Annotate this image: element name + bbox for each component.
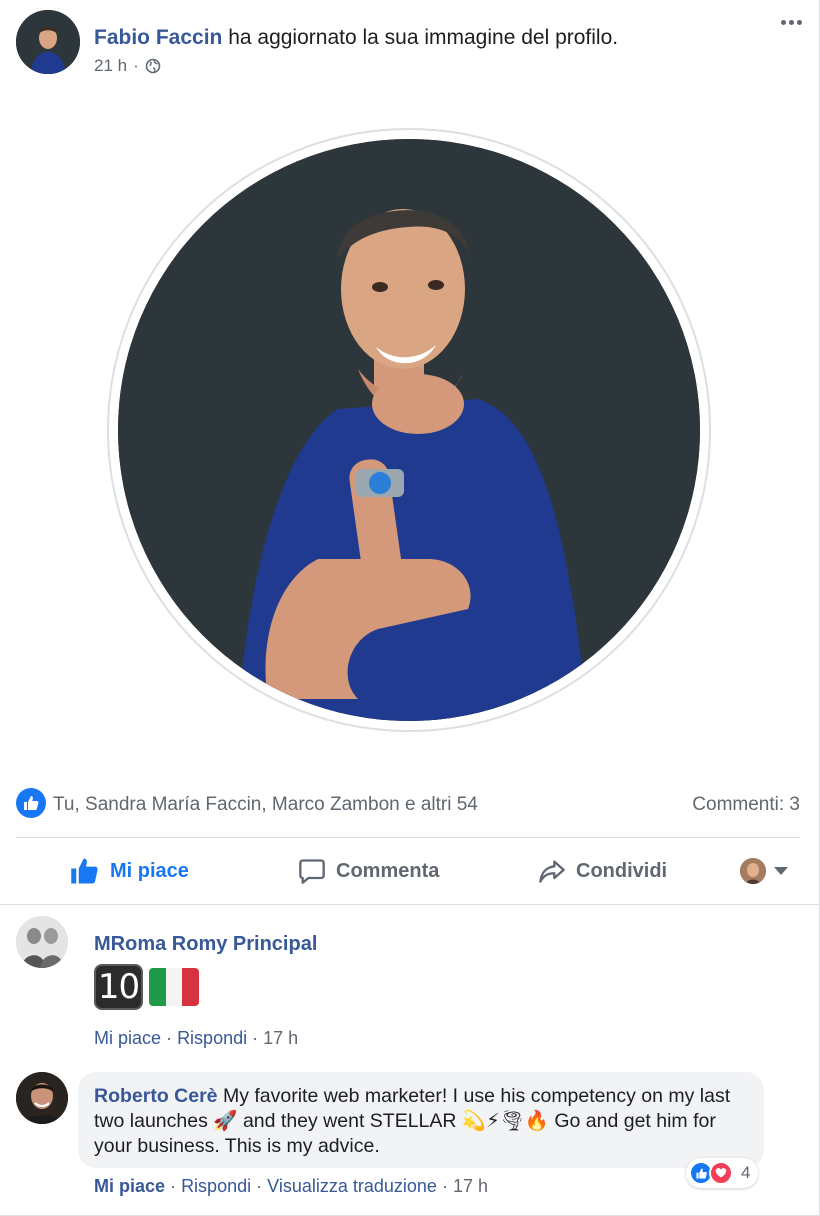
profile-photo-image <box>118 139 700 721</box>
reactions-summary: Tu, Sandra María Faccin, Marco Zambon e … <box>16 786 800 822</box>
more-horizontal-icon <box>796 19 802 25</box>
italy-flag-emoji <box>149 968 199 1006</box>
post-action-text: ha aggiornato la sua immagine del profil… <box>222 26 619 49</box>
see-translation-link[interactable]: Visualizza traduzione <box>267 1176 437 1196</box>
author-name-link[interactable]: Fabio Faccin <box>94 26 222 49</box>
keycap-ten-emoji: 10 <box>94 964 143 1010</box>
like-button-label: Mi piace <box>110 859 189 882</box>
share-arrow-icon <box>539 860 565 883</box>
heart-icon <box>715 1168 727 1178</box>
post-card: Fabio Faccin ha aggiornato la sua immagi… <box>0 0 820 1216</box>
thumbs-up-icon <box>24 796 39 810</box>
commenter-name-link[interactable]: MRoma Romy Principal <box>94 933 317 956</box>
post-header: Fabio Faccin ha aggiornato la sua immagi… <box>16 10 806 76</box>
comment-bubble-icon <box>299 859 325 884</box>
current-user-avatar <box>740 858 766 884</box>
comment-action-separator: · <box>252 1028 259 1048</box>
react-as-selector[interactable] <box>740 858 788 884</box>
comment-bubble: Roberto Cerè My favorite web marketer! I… <box>78 1072 764 1168</box>
share-button-label: Condividi <box>576 859 668 882</box>
comment-like-link[interactable]: Mi piace <box>94 1176 165 1196</box>
comments-divider <box>0 904 820 905</box>
comment-reply-link[interactable]: Rispondi <box>177 1028 247 1048</box>
post-headline: Fabio Faccin ha aggiornato la sua immagi… <box>94 26 618 50</box>
comment-button-label: Commenta <box>336 859 440 882</box>
comment-emojis: 10 <box>94 964 199 1010</box>
comment-text: and they went STELLAR <box>237 1110 462 1132</box>
profile-photo <box>118 139 700 721</box>
share-button[interactable]: Condividi <box>538 846 667 896</box>
more-options-button[interactable] <box>776 10 806 34</box>
likes-text[interactable]: Tu, Sandra María Faccin, Marco Zambon e … <box>53 794 478 816</box>
more-horizontal-icon <box>780 19 786 25</box>
post-time[interactable]: 21 h <box>94 56 127 76</box>
stars-lightning-tornado-fire-emojis: 💫⚡🌪🔥 <box>461 1110 549 1132</box>
commenter-avatar[interactable] <box>16 1072 68 1124</box>
author-avatar-image <box>16 10 80 74</box>
current-user-avatar-image <box>740 858 766 884</box>
globe-icon <box>145 58 161 74</box>
comment-action-separator: · <box>170 1176 177 1196</box>
commenter-name-link[interactable]: Roberto Cerè <box>94 1085 218 1107</box>
rocket-emoji: 🚀 <box>213 1110 238 1132</box>
comment-action-separator: · <box>256 1176 263 1196</box>
author-avatar[interactable] <box>16 10 80 74</box>
thumbs-up-icon <box>71 858 98 884</box>
commenter-avatar-image <box>16 916 68 968</box>
divider <box>16 837 800 838</box>
comment-time[interactable]: 17 h <box>453 1176 488 1196</box>
profile-photo-frame[interactable] <box>107 128 711 732</box>
comment-reply-link[interactable]: Rispondi <box>181 1176 251 1196</box>
chevron-down-icon <box>774 867 788 875</box>
comment-time[interactable]: 17 h <box>263 1028 298 1048</box>
more-horizontal-icon <box>788 19 794 25</box>
post-meta: 21 h · <box>94 56 161 76</box>
comments-count[interactable]: Commenti: 3 <box>692 794 800 816</box>
post-actions-bar: Mi piace Commenta Condividi <box>16 846 800 896</box>
reaction-count: 4 <box>741 1163 751 1182</box>
comment-reactions[interactable]: 4 <box>686 1158 759 1188</box>
comment-action-separator: · <box>441 1176 448 1196</box>
comment-button[interactable]: Commenta <box>298 846 439 896</box>
comment-actions: Mi piace · Rispondi · Visualizza traduzi… <box>94 1176 488 1197</box>
thumbs-up-icon <box>695 1167 707 1179</box>
commenter-avatar[interactable] <box>16 916 68 968</box>
commenter-avatar-image <box>16 1072 68 1124</box>
like-icon[interactable] <box>16 788 46 818</box>
like-button[interactable]: Mi piace <box>70 846 189 896</box>
comment-like-link[interactable]: Mi piace <box>94 1028 161 1048</box>
comment-action-separator: · <box>166 1028 173 1048</box>
comment-actions: Mi piace · Rispondi · 17 h <box>94 1028 298 1049</box>
meta-separator: · <box>133 56 139 75</box>
love-reaction-icon <box>709 1161 733 1185</box>
